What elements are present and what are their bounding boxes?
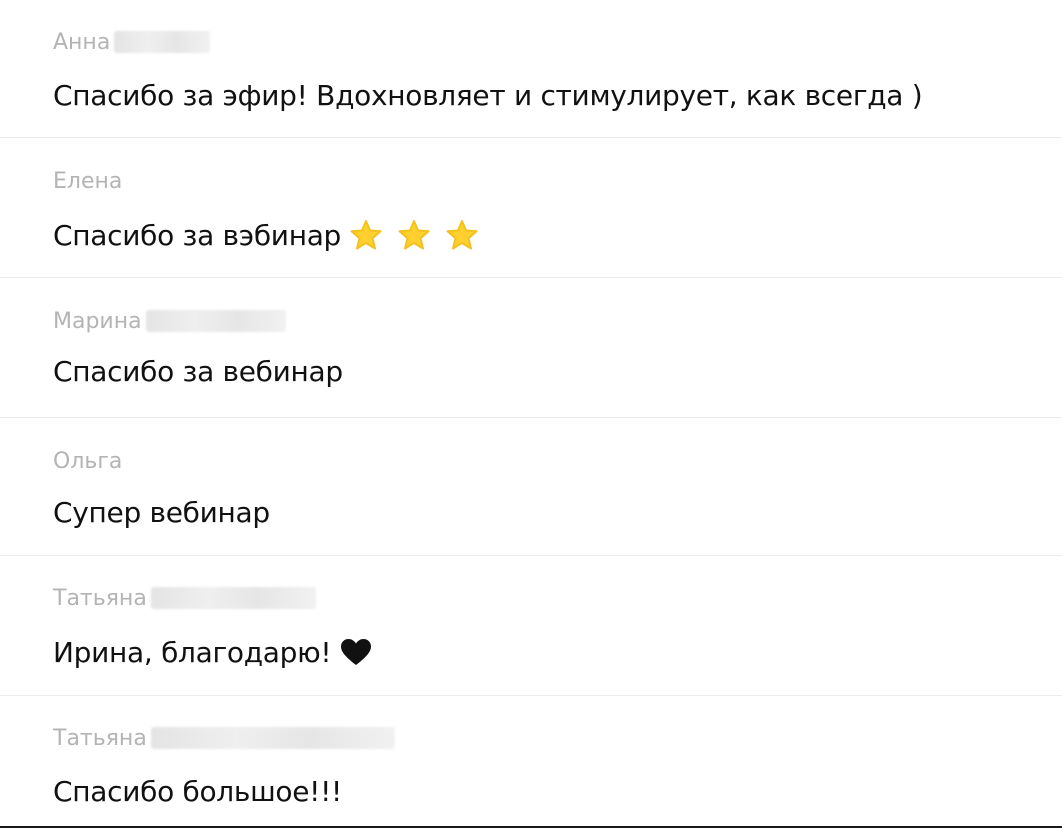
comment-author: Татьяна <box>53 583 316 613</box>
comment-text-content: Спасибо за эфир! Вдохновляет и стимулиру… <box>53 78 923 112</box>
star-icon <box>445 219 479 251</box>
comment-item: Татьяна Ирина, благодарю! <box>0 556 1062 696</box>
author-surname-blurred <box>150 587 316 609</box>
comment-text-content: Спасибо за вэбинар <box>53 218 342 252</box>
comment-author: Ольга <box>53 446 122 476</box>
comment-author: Елена <box>53 166 122 196</box>
comment-text-content: Спасибо большое!!! <box>53 774 342 808</box>
author-surname-blurred <box>145 310 286 332</box>
comment-item: Елена Спасибо за вэбинар <box>0 138 1062 278</box>
star-icon <box>397 219 431 251</box>
author-name: Анна <box>53 29 111 55</box>
author-name: Марина <box>53 308 142 334</box>
comment-text: Ирина, благодарю! <box>53 632 373 672</box>
comment-author: Татьяна <box>53 723 395 753</box>
author-name: Ольга <box>53 448 123 474</box>
author-name: Елена <box>53 168 123 194</box>
author-name: Татьяна <box>53 585 147 611</box>
comment-item: Марина Спасибо за вебинар <box>0 278 1062 418</box>
comment-text-content: Супер вебинар <box>53 495 270 529</box>
comment-text: Спасибо за вэбинар <box>53 215 479 255</box>
comment-author: Анна <box>53 27 211 57</box>
star-icon <box>349 219 383 251</box>
comment-text-content: Спасибо за вебинар <box>53 354 343 388</box>
comment-text: Спасибо за эфир! Вдохновляет и стимулиру… <box>53 75 923 115</box>
comment-text: Супер вебинар <box>53 492 270 532</box>
comment-text: Спасибо большое!!! <box>53 771 342 811</box>
author-surname-blurred <box>114 31 211 53</box>
comment-item: Анна Спасибо за эфир! Вдохновляет и стим… <box>0 0 1062 138</box>
heart-icon <box>339 637 373 667</box>
comment-text: Спасибо за вебинар <box>53 351 343 391</box>
comment-item: Ольга Супер вебинар <box>0 418 1062 556</box>
comment-text-content: Ирина, благодарю! <box>53 635 332 669</box>
comment-item: Татьяна Спасибо большое!!! <box>0 696 1062 826</box>
author-surname-blurred <box>150 727 395 749</box>
comment-author: Марина <box>53 306 286 336</box>
author-name: Татьяна <box>53 725 147 751</box>
comments-list: Анна Спасибо за эфир! Вдохновляет и стим… <box>0 0 1062 828</box>
